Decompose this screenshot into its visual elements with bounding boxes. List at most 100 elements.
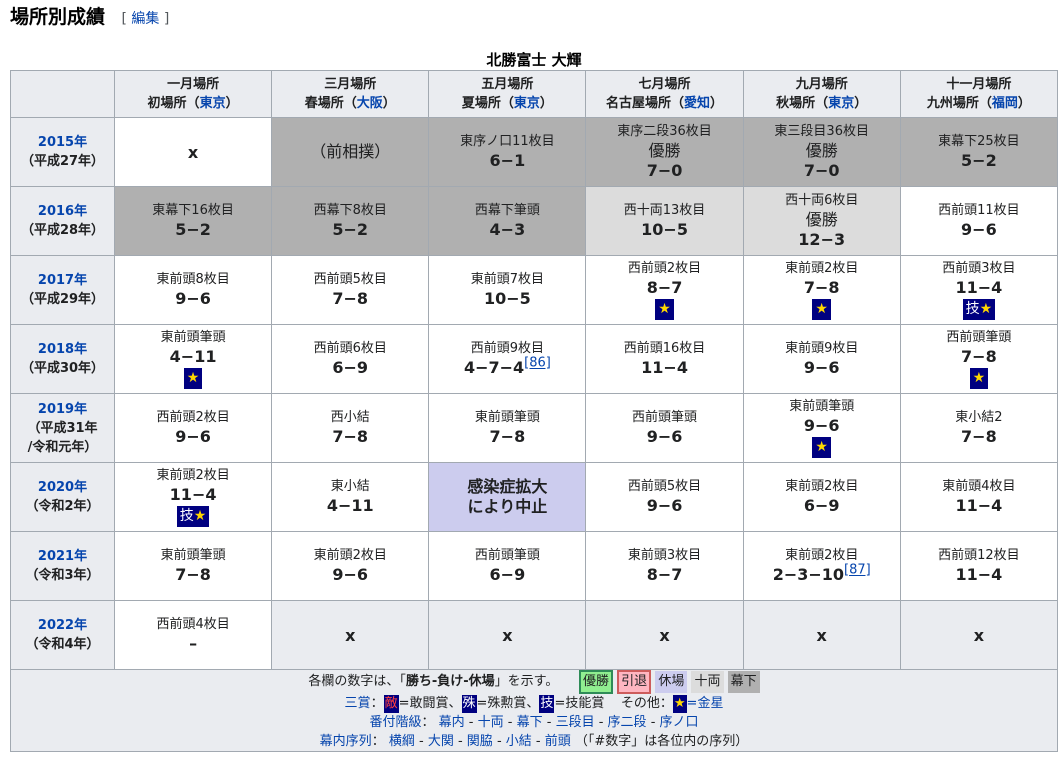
- year-cell: 2018年 （平成30年）: [10, 324, 115, 394]
- reference-link[interactable]: [86]: [524, 356, 551, 371]
- award-badge: ★: [183, 368, 203, 389]
- record-value: 10−5: [483, 289, 531, 308]
- result-cell: 感染症拡大 により中止: [428, 462, 587, 532]
- record-value: 11−4: [169, 485, 217, 504]
- cancelled-note: により中止: [467, 497, 548, 516]
- kinboshi-link[interactable]: =金星: [687, 696, 724, 711]
- year-link[interactable]: 2019年: [38, 402, 87, 417]
- rank-label: 西前頭5枚目: [313, 272, 387, 287]
- division-link[interactable]: 幕内: [439, 715, 465, 730]
- division-link[interactable]: 十両: [478, 715, 504, 730]
- rank-label: 西前頭16枚目: [623, 341, 706, 356]
- result-cell: 西前頭11枚目 9−6: [899, 186, 1059, 256]
- city-link[interactable]: 愛知: [684, 96, 710, 111]
- rank-label: 西前頭2枚目: [156, 410, 230, 425]
- era-label: （令和3年）: [25, 568, 100, 583]
- year-row: 2015年 （平成27年） x （前相撲） 東序ノ口11枚目 6−1 東序二段36枚目 優勝 7…: [10, 117, 1059, 187]
- award-row: ★: [115, 367, 271, 389]
- award-row: 技★: [115, 505, 271, 527]
- cancelled-note: 感染症拡大: [467, 477, 548, 496]
- year-link[interactable]: 2021年: [38, 549, 87, 564]
- makuuchi-rank-link[interactable]: 前頭: [545, 734, 571, 749]
- legend-line-4: 幕内序列： 横綱 - 大関 - 関脇 - 小結 - 前頭 （「#数字」は各位内の…: [319, 734, 749, 749]
- rank-label: 東序二段36枚目: [617, 124, 712, 139]
- result-cell: 東幕下16枚目 5−2: [113, 186, 273, 256]
- legend-makushita: 幕下: [727, 671, 760, 693]
- column-month: 五月場所: [481, 77, 534, 92]
- rank-label: 東小結2: [955, 410, 1003, 425]
- year-label: 2017年: [11, 271, 114, 290]
- era-label: （平成29年）: [20, 292, 105, 307]
- result-cell: 東前頭4枚目 11−4: [899, 462, 1059, 532]
- legend-juryo: 十両: [691, 671, 724, 693]
- record-value: 9−6: [803, 416, 840, 435]
- result-cell: 東三段目36枚目 優勝 7−0: [742, 117, 901, 187]
- year-link[interactable]: 2016年: [38, 204, 87, 219]
- rank-label: 東前頭筆頭: [160, 330, 226, 345]
- result-cell: 西前頭筆頭 7−8 ★: [899, 324, 1059, 394]
- record-value: 8−7: [646, 565, 683, 584]
- makuuchi-rank-link[interactable]: 小結: [506, 734, 532, 749]
- city-link[interactable]: 福岡: [992, 96, 1018, 111]
- result-cell: 東前頭3枚目 8−7: [585, 531, 744, 601]
- award-badge: ★: [969, 368, 989, 389]
- maezumo-note: （前相撲）: [310, 142, 391, 161]
- result-cell: 東小結2 7−8: [899, 393, 1059, 463]
- year-link[interactable]: 2020年: [38, 480, 87, 495]
- year-link[interactable]: 2017年: [38, 273, 87, 288]
- result-cell: 西前頭12枚目 11−4: [899, 531, 1059, 601]
- year-link[interactable]: 2015年: [38, 135, 87, 150]
- city-link[interactable]: 東京: [514, 96, 540, 111]
- makuuchi-rank-link[interactable]: 関脇: [467, 734, 493, 749]
- result-cell: 東前頭2枚目 11−4 技★: [113, 462, 273, 532]
- reference-link[interactable]: [87]: [844, 563, 871, 578]
- result-cell: 西十両13枚目 10−5: [585, 186, 744, 256]
- record-value: 2−3−10[87]: [772, 562, 871, 584]
- year-link[interactable]: 2018年: [38, 342, 87, 357]
- city-link[interactable]: 大阪: [357, 96, 383, 111]
- division-link[interactable]: 幕下: [517, 715, 543, 730]
- record-value: 9−6: [646, 427, 683, 446]
- sansho-link[interactable]: 三賞: [345, 696, 371, 711]
- rank-label: 西十両6枚目: [785, 193, 859, 208]
- result-cell: 東小結 4−11: [271, 462, 430, 532]
- makuuchi-rank-link[interactable]: 横綱: [389, 734, 415, 749]
- record-value: 4−11: [169, 347, 217, 366]
- record-value: 7−0: [646, 161, 683, 180]
- result-cell: 西前頭筆頭 9−6: [585, 393, 744, 463]
- year-cell: 2022年 （令和4年）: [10, 600, 115, 670]
- record-value: 11−4: [641, 358, 688, 377]
- result-cell: 西前頭3枚目 11−4 技★: [899, 255, 1059, 325]
- makuuchi-rank-link[interactable]: 大関: [428, 734, 454, 749]
- rank-label: 西幕下8枚目: [313, 203, 387, 218]
- city-link[interactable]: 東京: [200, 96, 226, 111]
- award-badge: 技★: [176, 506, 210, 527]
- kinboshi-star-icon: ★: [186, 370, 200, 386]
- division-link[interactable]: 序二段: [608, 715, 647, 730]
- rank-label: 東前頭2枚目: [785, 479, 859, 494]
- banzuke-link[interactable]: 番付階級: [369, 715, 421, 730]
- result-cell: 東前頭8枚目 9−6: [113, 255, 273, 325]
- corner-cell: [10, 70, 115, 118]
- edit-link[interactable]: 編集: [131, 11, 159, 27]
- division-link[interactable]: 三段目: [556, 715, 595, 730]
- division-link[interactable]: 序ノ口: [660, 715, 699, 730]
- award-row: ★: [901, 367, 1057, 389]
- result-cell: 西前頭2枚目 8−7 ★: [585, 255, 744, 325]
- record-value: 7−8: [803, 278, 840, 297]
- makuuchi-link[interactable]: 幕内序列: [320, 734, 372, 749]
- record-value: 7−8: [175, 565, 211, 584]
- award-row: ★: [586, 298, 742, 320]
- year-cell: 2019年 （平成31年/令和元年）: [10, 393, 115, 463]
- year-link[interactable]: 2022年: [38, 618, 87, 633]
- record-value: 5−2: [332, 220, 369, 239]
- award-row: ★: [744, 298, 900, 320]
- award-row: 技★: [901, 298, 1057, 320]
- year-label: 2020年: [11, 478, 114, 497]
- city-link[interactable]: 東京: [828, 96, 854, 111]
- legend-yusho: 優勝: [579, 670, 614, 694]
- record-value: 9−6: [175, 289, 211, 308]
- record-value: 4−11: [326, 496, 374, 515]
- award-badge: 技★: [962, 299, 996, 320]
- rank-label: 東序ノ口11枚目: [460, 134, 555, 149]
